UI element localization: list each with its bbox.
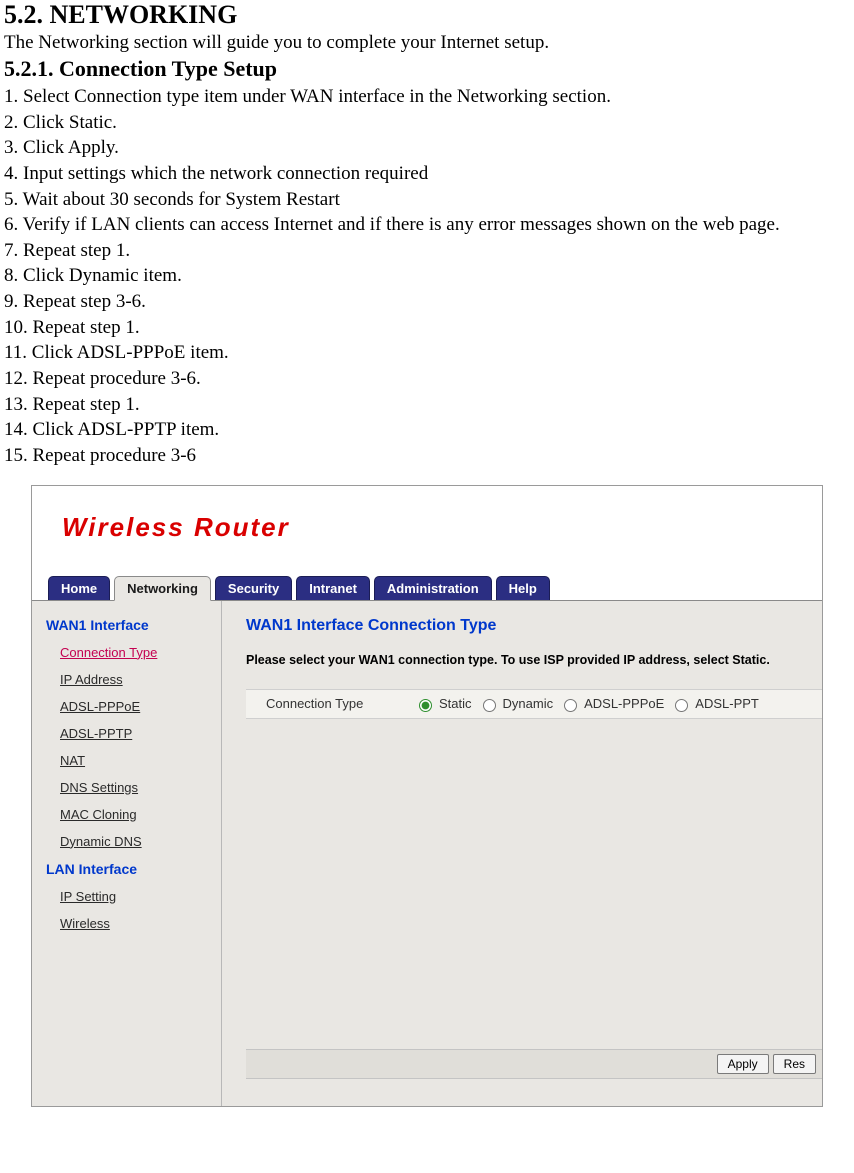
radio-adsl-pppoe-input[interactable] xyxy=(564,699,577,712)
sidebar-group-lan: LAN Interface xyxy=(46,861,213,877)
tab-networking[interactable]: Networking xyxy=(114,576,211,601)
step-item: 2. Click Static. xyxy=(4,110,850,136)
step-item: 14. Click ADSL-PPTP item. xyxy=(4,417,850,443)
radio-adsl-pptp-label: ADSL-PPT xyxy=(695,696,759,711)
radio-group: Static Dynamic ADSL-PPPoE ADSL-PPT xyxy=(414,696,759,712)
section-heading: 5.2. NETWORKING xyxy=(4,0,850,30)
sidebar: WAN1 Interface Connection Type IP Addres… xyxy=(32,601,222,1107)
sidebar-item-nat[interactable]: NAT xyxy=(60,753,213,768)
step-item: 1. Select Connection type item under WAN… xyxy=(4,84,850,110)
sidebar-item-ip-setting[interactable]: IP Setting xyxy=(60,889,213,904)
step-item: 3. Click Apply. xyxy=(4,135,850,161)
router-header: Wireless Router xyxy=(32,486,822,572)
button-bar: Apply Res xyxy=(246,1049,822,1079)
reset-button[interactable]: Res xyxy=(773,1054,816,1074)
step-item: 4. Input settings which the network conn… xyxy=(4,161,850,187)
sidebar-item-wireless[interactable]: Wireless xyxy=(60,916,213,931)
radio-option-adsl-pptp[interactable]: ADSL-PPT xyxy=(670,696,759,712)
radio-static-label: Static xyxy=(439,696,472,711)
radio-static-input[interactable] xyxy=(419,699,432,712)
step-item: 12. Repeat procedure 3-6. xyxy=(4,366,850,392)
sidebar-item-ip-address[interactable]: IP Address xyxy=(60,672,213,687)
step-item: 10. Repeat step 1. xyxy=(4,315,850,341)
step-item: 7. Repeat step 1. xyxy=(4,238,850,264)
sidebar-group-wan: WAN1 Interface xyxy=(46,617,213,633)
radio-option-static[interactable]: Static xyxy=(414,696,472,712)
radio-dynamic-input[interactable] xyxy=(483,699,496,712)
step-item: 11. Click ADSL-PPPoE item. xyxy=(4,340,850,366)
step-item: 8. Click Dynamic item. xyxy=(4,263,850,289)
tab-security[interactable]: Security xyxy=(215,576,292,600)
step-item: 9. Repeat step 3-6. xyxy=(4,289,850,315)
step-item: 5. Wait about 30 seconds for System Rest… xyxy=(4,187,850,213)
tab-bar: Home Networking Security Intranet Admini… xyxy=(32,572,822,601)
router-screenshot: Wireless Router Home Networking Security… xyxy=(31,485,823,1107)
tab-home[interactable]: Home xyxy=(48,576,110,600)
radio-adsl-pppoe-label: ADSL-PPPoE xyxy=(584,696,664,711)
radio-adsl-pptp-input[interactable] xyxy=(675,699,688,712)
sidebar-item-dns-settings[interactable]: DNS Settings xyxy=(60,780,213,795)
content-title: WAN1 Interface Connection Type xyxy=(246,617,822,635)
connection-type-row: Connection Type Static Dynamic ADSL-P xyxy=(246,689,822,719)
step-item: 13. Repeat step 1. xyxy=(4,392,850,418)
sidebar-item-adsl-pppoe[interactable]: ADSL-PPPoE xyxy=(60,699,213,714)
brand-title: Wireless Router xyxy=(62,512,290,543)
apply-button[interactable]: Apply xyxy=(717,1054,769,1074)
tab-administration[interactable]: Administration xyxy=(374,576,492,600)
steps-list: 1. Select Connection type item under WAN… xyxy=(4,84,850,469)
subsection-heading: 5.2.1. Connection Type Setup xyxy=(4,56,850,82)
radio-option-adsl-pppoe[interactable]: ADSL-PPPoE xyxy=(559,696,664,712)
radio-option-dynamic[interactable]: Dynamic xyxy=(478,696,554,712)
tab-intranet[interactable]: Intranet xyxy=(296,576,370,600)
tab-help[interactable]: Help xyxy=(496,576,550,600)
sidebar-item-dynamic-dns[interactable]: Dynamic DNS xyxy=(60,834,213,849)
content-pane: WAN1 Interface Connection Type Please se… xyxy=(222,601,822,1107)
sidebar-item-connection-type[interactable]: Connection Type xyxy=(60,645,213,660)
row-label: Connection Type xyxy=(266,696,396,711)
step-item: 6. Verify if LAN clients can access Inte… xyxy=(4,212,850,238)
sidebar-item-adsl-pptp[interactable]: ADSL-PPTP xyxy=(60,726,213,741)
radio-dynamic-label: Dynamic xyxy=(503,696,554,711)
step-item: 15. Repeat procedure 3-6 xyxy=(4,443,850,469)
content-instruction: Please select your WAN1 connection type.… xyxy=(246,653,822,667)
sidebar-item-mac-cloning[interactable]: MAC Cloning xyxy=(60,807,213,822)
intro-text: The Networking section will guide you to… xyxy=(4,32,850,54)
